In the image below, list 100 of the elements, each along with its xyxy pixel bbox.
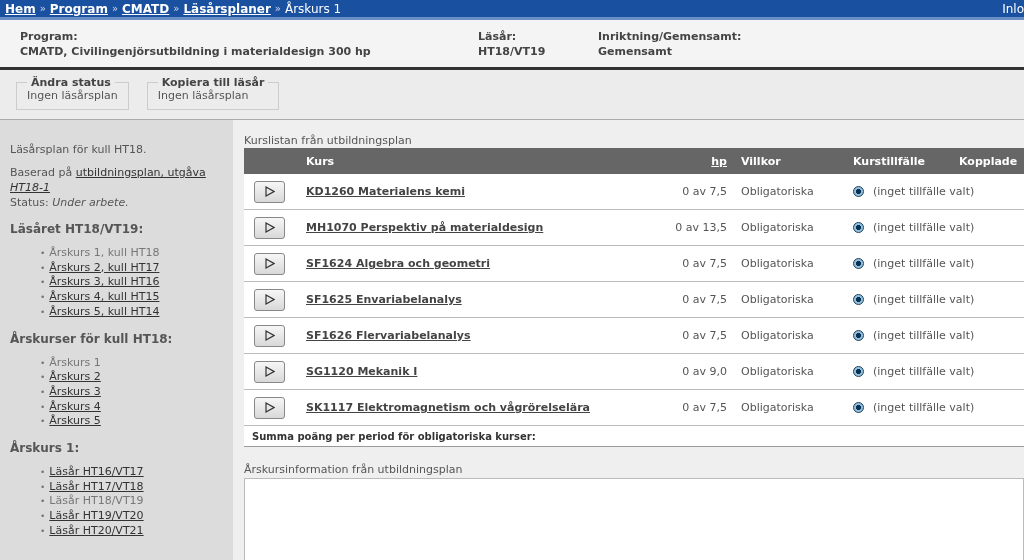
bullet: • bbox=[40, 524, 46, 538]
occasion-label: (inget tillfälle valt) bbox=[873, 365, 975, 378]
separator: » bbox=[274, 3, 281, 14]
table-cell-text: Obligatoriska bbox=[740, 400, 815, 416]
expand-button[interactable] bbox=[254, 180, 285, 203]
bullet: • bbox=[40, 510, 46, 524]
radio-button[interactable] bbox=[853, 222, 864, 233]
sidebar-link[interactable]: Läsår HT19/VT20 bbox=[49, 509, 144, 524]
expand-button[interactable] bbox=[254, 252, 285, 275]
bullet: • bbox=[40, 356, 46, 370]
sidebar-link[interactable]: Årskurs 2 bbox=[49, 370, 101, 385]
column-header: Kopplade bbox=[958, 153, 1019, 170]
course-link[interactable]: SF1626 Flervariabelanalys bbox=[306, 329, 471, 342]
occasion-label: (inget tillfälle valt) bbox=[873, 185, 975, 198]
section-title: Årskurser för kull HT18: bbox=[10, 331, 174, 346]
expand-button[interactable] bbox=[254, 288, 285, 311]
table-cell-text: 0 av 13,5 bbox=[674, 220, 728, 236]
bullet: • bbox=[40, 466, 46, 480]
bullet: • bbox=[40, 261, 46, 275]
course-link[interactable]: KD1260 Materialens kemi bbox=[306, 185, 465, 198]
separator: » bbox=[111, 3, 118, 14]
occasion-label: (inget tillfälle valt) bbox=[873, 293, 975, 306]
occasion-label: (inget tillfälle valt) bbox=[873, 401, 975, 414]
breadcrumb-current: Årskurs 1 bbox=[284, 1, 342, 16]
table-cell-text: 0 av 9,0 bbox=[681, 364, 728, 380]
play-icon bbox=[264, 330, 275, 341]
expand-button[interactable] bbox=[254, 360, 285, 383]
action-title: Kopiera till läsår bbox=[160, 76, 266, 89]
header-label: Läsår: bbox=[478, 30, 518, 43]
occasion-label: (inget tillfälle valt) bbox=[873, 329, 975, 342]
play-icon bbox=[264, 402, 275, 413]
sidebar-link[interactable]: Läsår HT16/VT17 bbox=[49, 465, 144, 480]
course-link[interactable]: SF1625 Envariabelanalys bbox=[306, 293, 462, 306]
status-text: Status: Under arbete. bbox=[10, 195, 130, 210]
radio-button[interactable] bbox=[853, 294, 864, 305]
course-link[interactable]: SF1624 Algebra och geometri bbox=[306, 257, 491, 270]
play-icon bbox=[264, 186, 275, 197]
header-label: Inriktning/Gemensamt: bbox=[598, 30, 743, 43]
separator: » bbox=[39, 3, 46, 14]
course-link[interactable]: SG1120 Mekanik I bbox=[306, 365, 418, 378]
play-icon bbox=[264, 258, 275, 269]
bullet: • bbox=[40, 291, 46, 305]
bullet: • bbox=[40, 276, 46, 290]
edition-link[interactable]: HT18-1 bbox=[10, 181, 50, 194]
table-cell-text: Obligatoriska bbox=[740, 220, 815, 236]
bullet: • bbox=[40, 371, 46, 385]
radio-button[interactable] bbox=[853, 330, 864, 341]
sidebar-link[interactable]: Årskurs 2, kull HT17 bbox=[49, 260, 160, 276]
plan-intro: Läsårsplan för kull HT18. bbox=[10, 142, 148, 157]
bullet: • bbox=[40, 385, 46, 399]
expand-button[interactable] bbox=[254, 396, 285, 419]
header-value: HT18/VT19 bbox=[478, 45, 547, 58]
breadcrumb-link[interactable]: Läsårsplaner bbox=[183, 1, 271, 16]
play-icon bbox=[264, 294, 275, 305]
breadcrumb-link[interactable]: CMATD bbox=[122, 1, 170, 16]
occasion-label: (inget tillfälle valt) bbox=[873, 221, 975, 234]
radio-button[interactable] bbox=[853, 258, 864, 269]
bullet: • bbox=[40, 400, 46, 414]
radio-button[interactable] bbox=[853, 366, 864, 377]
breadcrumb-link[interactable]: Program bbox=[49, 1, 108, 16]
sidebar-item: Årskurs 1 bbox=[49, 355, 101, 370]
table-cell-text: 0 av 7,5 bbox=[681, 400, 728, 416]
table-cell-text: Obligatoriska bbox=[740, 256, 815, 272]
separator: » bbox=[173, 3, 180, 14]
header-value: Gemensamt bbox=[598, 45, 673, 58]
sidebar-link[interactable]: Årskurs 4 bbox=[49, 399, 101, 415]
based-on-text: Baserad på bbox=[10, 166, 73, 179]
section-title: Årskurs 1: bbox=[10, 441, 81, 456]
occasion-label: (inget tillfälle valt) bbox=[873, 257, 975, 270]
action-text: Ingen läsårsplan bbox=[157, 89, 249, 102]
table-cell-text: 0 av 7,5 bbox=[681, 184, 728, 200]
table-cell-text: 0 av 7,5 bbox=[681, 256, 728, 272]
sidebar-item: Läsår HT18/VT19 bbox=[49, 494, 144, 509]
play-icon bbox=[264, 222, 275, 233]
sidebar-link[interactable]: Årskurs 5, kull HT14 bbox=[49, 304, 160, 320]
radio-button[interactable] bbox=[853, 186, 864, 197]
table-cell-text: Obligatoriska bbox=[740, 292, 815, 308]
course-link[interactable]: SK1117 Elektromagnetism och vågrörelselära bbox=[306, 401, 590, 414]
bullet: • bbox=[40, 305, 46, 319]
header-label: Program: bbox=[20, 30, 79, 43]
table-cell-text: Obligatoriska bbox=[740, 184, 815, 200]
column-header[interactable]: hp bbox=[711, 154, 727, 168]
bullet: • bbox=[40, 247, 46, 260]
expand-button[interactable] bbox=[254, 324, 285, 347]
expand-button[interactable] bbox=[254, 216, 285, 239]
sidebar-link[interactable]: Läsår HT17/VT18 bbox=[49, 479, 144, 495]
radio-button[interactable] bbox=[853, 402, 864, 413]
sidebar-link[interactable]: Årskurs 4, kull HT15 bbox=[49, 290, 160, 305]
sidebar-link[interactable]: Årskurs 3 bbox=[49, 384, 101, 400]
section-title: Läsåret HT18/VT19: bbox=[10, 222, 145, 236]
sidebar-link[interactable]: Årskurs 3, kull HT16 bbox=[49, 275, 160, 291]
breadcrumb-link[interactable]: Hem bbox=[5, 1, 36, 16]
plan-link[interactable]: utbildningsplan, utgåva bbox=[75, 166, 206, 179]
course-link[interactable]: MH1070 Perspektiv på materialdesign bbox=[306, 221, 544, 234]
column-header: Kurs bbox=[305, 153, 336, 170]
login-link[interactable]: Inlo bbox=[1002, 1, 1024, 16]
sidebar-link[interactable]: Läsår HT20/VT21 bbox=[49, 523, 144, 539]
summary-label: Summa poäng per period för obligatoriska kurser: bbox=[251, 429, 537, 444]
table-caption: Kurslistan från utbildningsplan bbox=[244, 134, 413, 147]
sidebar-link[interactable]: Årskurs 5 bbox=[49, 414, 101, 430]
